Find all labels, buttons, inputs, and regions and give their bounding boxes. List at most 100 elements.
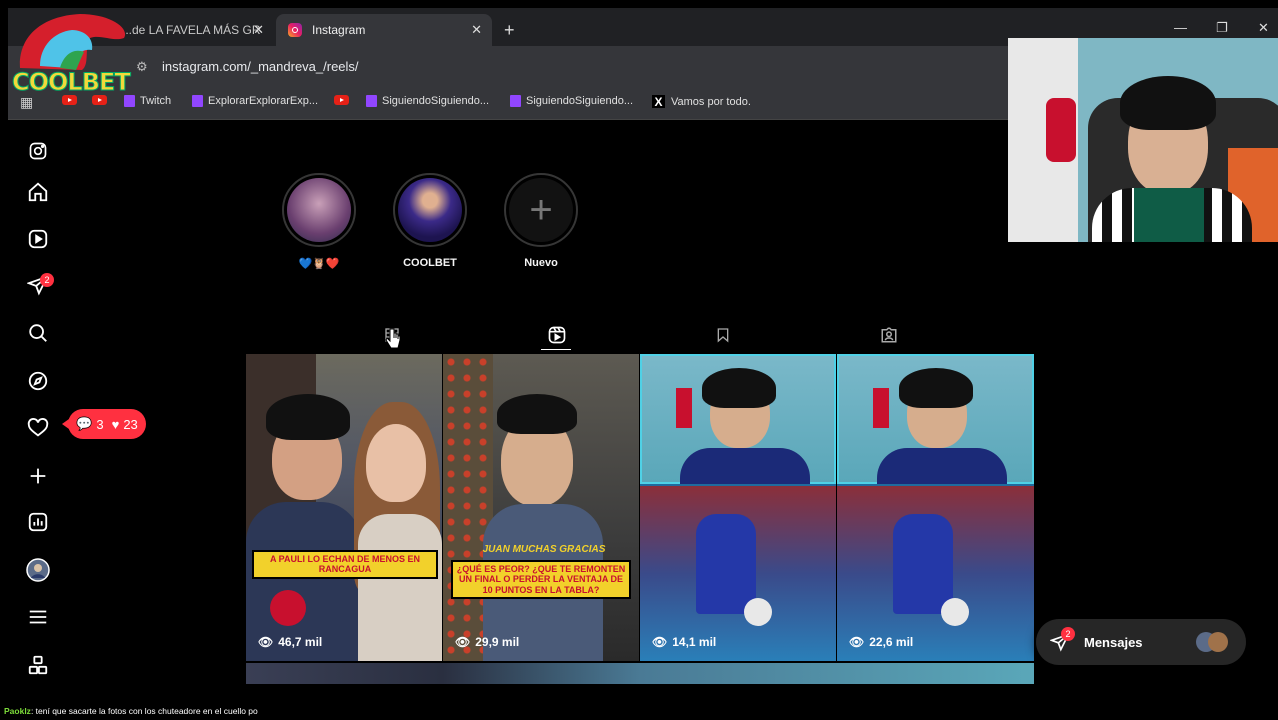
reel-name-caption: JUAN MUCHAS GRACIAS (482, 544, 606, 555)
webcam-overlay (1008, 38, 1278, 242)
twitch-icon (510, 95, 521, 107)
person-hair (266, 394, 350, 440)
dashboard-chart-icon[interactable] (26, 510, 50, 534)
create-plus-icon[interactable] (26, 464, 50, 488)
highlight-label: COOLBET (403, 257, 457, 269)
tagged-icon[interactable] (879, 325, 899, 345)
shirt-collar (1134, 188, 1204, 242)
reels-tab-icon[interactable] (547, 325, 567, 345)
chat-ticker: Paoklz: tení que sacarte la fotos con lo… (0, 700, 1278, 720)
url-field[interactable]: instagram.com/_mandreva_/reels/ (162, 59, 359, 74)
microphone-icon (873, 388, 889, 428)
coolbet-logo: COOLBET (10, 8, 135, 100)
twitch-icon (192, 95, 203, 107)
side-nav: 2 💬 3 ♥ 23 (8, 121, 146, 683)
close-icon[interactable]: ✕ (471, 22, 482, 38)
bookmark-explorar[interactable]: ExplorarExplorarExp... (192, 95, 318, 107)
bookmark-label: Vamos por todo. (671, 95, 751, 108)
explore-compass-icon[interactable] (26, 369, 50, 393)
chat-message: : tení que sacarte la fotos con los chut… (30, 706, 258, 716)
eye-icon: 👁 (258, 635, 274, 649)
person-hair (702, 368, 776, 408)
reel-thumbnail-4[interactable]: 👁 22,6 mil (837, 354, 1034, 661)
profile-avatar-icon[interactable] (26, 558, 50, 582)
screen: ...de LA FAVELA MÁS GR ✕ Instagram ✕ + —… (0, 0, 1278, 720)
eye-icon: 👁 (849, 635, 865, 649)
messages-count-badge: 2 (1061, 627, 1075, 641)
messages-button[interactable]: Mensajes (1036, 619, 1246, 665)
story-highlight-coolbet[interactable]: COOLBET (393, 173, 467, 269)
comments-count: 3 (96, 416, 104, 432)
restore-icon[interactable]: ❐ (1216, 20, 1228, 36)
likes-count: 23 (123, 416, 138, 432)
reel-caption: A PAULI LO ECHAN DE MENOS EN RANCAGUA (252, 550, 438, 579)
highlight-image (287, 178, 351, 242)
close-icon[interactable]: ✕ (253, 22, 264, 38)
reel-caption: ¿QUÉ ES PEOR? ¿QUE TE REMONTEN UN FINAL … (451, 560, 631, 600)
bookmark-label: ExplorarExplorarExp... (208, 95, 319, 107)
reels-next-row (246, 663, 1034, 684)
coolbet-wordmark: COOLBET (12, 68, 132, 97)
browser-tab-instagram[interactable]: Instagram ✕ (276, 14, 492, 46)
reels-icon[interactable] (26, 227, 50, 251)
heart-icon: ♥ (111, 416, 120, 432)
new-tab-plus-icon[interactable]: + (504, 20, 515, 41)
bookmark-label: Twitch (140, 95, 172, 107)
story-highlight-1[interactable]: 💙🦉❤️ (282, 173, 356, 270)
saved-bookmark-icon[interactable] (713, 325, 733, 345)
new-highlight-button[interactable]: + Nuevo (504, 173, 578, 269)
search-icon[interactable] (26, 321, 50, 345)
view-count: 👁 29,9 mil (455, 635, 519, 649)
tab-title: ...de LA FAVELA MÁS GR (122, 23, 261, 37)
site-info-icon[interactable]: ⚙ (136, 59, 148, 75)
reel-thumbnail-1[interactable]: A PAULI LO ECHAN DE MENOS EN RANCAGUA 👁 4… (246, 354, 442, 661)
messages-badge: 2 (40, 273, 54, 287)
bookmark-siguiendo-2[interactable]: SiguiendoSiguiendo... (510, 95, 633, 107)
active-tab-indicator (541, 349, 571, 350)
messages-label: Mensajes (1084, 634, 1143, 650)
instagram-logo-icon[interactable] (26, 139, 50, 163)
youtube-icon (334, 95, 349, 105)
person-top (358, 514, 442, 661)
highlight-label: 💙🦉❤️ (298, 258, 340, 270)
bookmark-siguiendo-1[interactable]: SiguiendoSiguiendo... (366, 95, 489, 107)
comment-icon: 💬 (76, 416, 93, 431)
view-count: 👁 14,1 mil (652, 635, 716, 649)
person-hair (1120, 76, 1216, 130)
reel-thumbnail-3[interactable]: 👁 14,1 mil (640, 354, 836, 661)
person-hair (899, 368, 973, 408)
highlight-image (398, 178, 462, 242)
menu-hamburger-icon[interactable] (26, 605, 50, 629)
youtube-bookmark[interactable] (334, 95, 349, 105)
plus-icon: + (509, 178, 573, 242)
chat-username: Paoklz (4, 706, 31, 716)
threads-apps-icon[interactable] (26, 653, 50, 677)
player-jersey (696, 514, 756, 614)
microphone-icon (676, 388, 692, 428)
views-label: 46,7 mil (278, 635, 323, 649)
address-bar: ⚙ instagram.com/_mandreva_/reels/ (8, 46, 1008, 88)
player-jersey (893, 514, 953, 614)
reels-grid: A PAULI LO ECHAN DE MENOS EN RANCAGUA 👁 4… (246, 354, 1036, 684)
highlight-ring (282, 173, 356, 247)
views-label: 14,1 mil (672, 635, 717, 649)
notifications-pill[interactable]: 💬 3 ♥ 23 (62, 409, 146, 439)
highlight-ring: + (504, 173, 578, 247)
x-icon: X (652, 95, 665, 109)
bookmark-x[interactable]: X Vamos por todo. (652, 95, 751, 109)
bookmark-label: SiguiendoSiguiendo... (382, 95, 490, 107)
window-close-icon[interactable]: ✕ (1258, 20, 1269, 36)
ball-icon (744, 598, 772, 626)
browser-tab-1[interactable]: ...de LA FAVELA MÁS GR ✕ (114, 14, 274, 46)
reel-thumbnail-2[interactable]: JUAN MUCHAS GRACIAS ¿QUÉ ES PEOR? ¿QUE T… (443, 354, 639, 661)
person-face (366, 424, 426, 502)
profile-tabs (246, 321, 1036, 351)
home-icon[interactable] (26, 180, 50, 204)
minimize-icon[interactable]: — (1174, 20, 1187, 35)
dinosaur-mascot-icon (19, 14, 126, 70)
views-label: 29,9 mil (475, 635, 520, 649)
notifications-heart-icon[interactable] (26, 416, 50, 440)
lg-logo-icon (270, 590, 306, 626)
highlight-ring (393, 173, 467, 247)
ball-icon (941, 598, 969, 626)
